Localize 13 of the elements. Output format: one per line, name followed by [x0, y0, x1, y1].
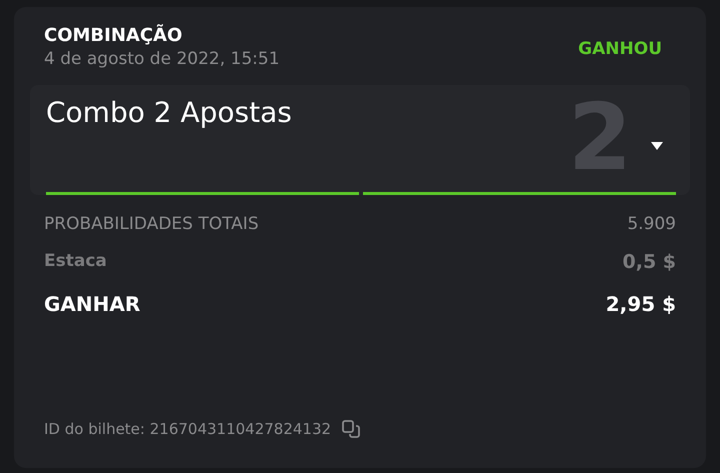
bet-date: 4 de agosto de 2022, 15:51 — [44, 48, 280, 71]
combo-title: Combo 2 Apostas — [46, 95, 293, 131]
ticket-id: ID do bilhete: 2167043110427824132 — [44, 418, 332, 440]
result-status: GANHOU — [578, 38, 662, 61]
row-value: 2,95 $ — [606, 291, 676, 318]
copy-icon[interactable] — [341, 418, 362, 439]
row-label: PROBABILIDADES TOTAIS — [44, 213, 259, 236]
bet-type: COMBINAÇÃO — [44, 25, 184, 47]
row-label: Estaca — [44, 250, 107, 274]
row-value: 5.909 — [627, 213, 676, 236]
row-value: 0,5 $ — [622, 250, 676, 275]
row-label: GANHAR — [44, 291, 140, 318]
caret-icon[interactable] — [650, 141, 664, 151]
